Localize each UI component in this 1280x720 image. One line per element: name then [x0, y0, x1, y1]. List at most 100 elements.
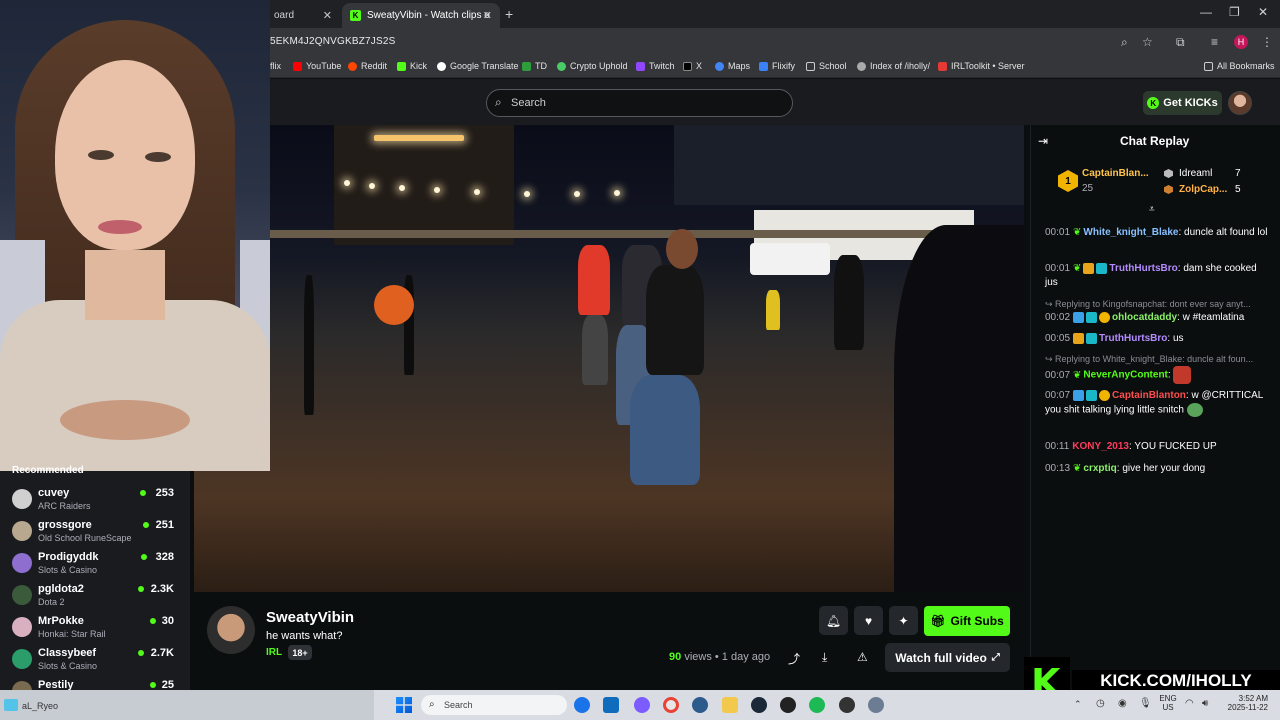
bookmark-item[interactable]: X — [683, 61, 702, 71]
follow-button[interactable]: ♥ — [854, 606, 883, 635]
steam-icon[interactable] — [751, 697, 767, 713]
live-dot-icon — [140, 490, 146, 496]
sub-badge-icon — [1086, 389, 1098, 401]
globe-icon — [857, 61, 866, 71]
boost-button[interactable]: ✦ — [889, 606, 918, 635]
obs-icon[interactable] — [839, 697, 855, 713]
clip-title: he wants what? — [266, 630, 343, 642]
store-icon[interactable] — [603, 697, 619, 713]
media-icon[interactable]: ≡ — [1211, 35, 1218, 49]
minimize-icon[interactable]: — — [1200, 5, 1212, 19]
app-icon[interactable] — [780, 697, 796, 713]
channel-name[interactable]: SweatyVibin — [266, 609, 354, 626]
leader-2-name[interactable]: Idreaml — [1179, 168, 1212, 179]
download-icon[interactable]: ⤓ — [822, 650, 827, 665]
close-window-icon[interactable]: ✕ — [1258, 5, 1268, 19]
chrome-icon[interactable] — [663, 697, 679, 713]
bookmark-item[interactable]: Reddit — [348, 61, 387, 71]
zoom-icon[interactable]: ⌕ — [1121, 35, 1128, 50]
live-dot-icon — [150, 618, 156, 624]
sidebar-item-mrpokke[interactable]: MrPokke Honkai: Star Rail 30 — [0, 611, 190, 643]
browser-tab-active[interactable]: K SweatyVibin - Watch clips o ✕ — [342, 3, 500, 28]
heart-icon: ♥ — [864, 613, 873, 628]
settings-gear-icon[interactable] — [868, 697, 884, 713]
taskbar-search[interactable]: ⌕ Search — [421, 695, 567, 715]
profile-avatar[interactable]: H — [1234, 35, 1248, 49]
extensions-icon[interactable]: ⧉ — [1176, 35, 1185, 50]
expand-leaderboard-icon[interactable]: ⩡ — [1149, 204, 1155, 215]
all-bookmarks[interactable]: All Bookmarks — [1204, 61, 1275, 71]
bookmark-item[interactable]: TD — [522, 61, 547, 71]
chat-message: 00:05 TruthHurtsBro: us — [1045, 332, 1184, 344]
sidebar-item-cuvey[interactable]: cuvey ARC Raiders 253 — [0, 483, 190, 515]
pepe-emote-icon — [1186, 403, 1203, 417]
chat-message: 00:11 KONY_2013: YOU FUCKED UP — [1045, 441, 1217, 452]
mature-badge: 18+ — [288, 645, 312, 660]
chat-reply-context: ↪ Replying to Kingofsnapchat: dont ever … — [1045, 299, 1251, 309]
bookmark-item[interactable]: Index of /iholly/ — [857, 61, 930, 71]
language-indicator[interactable]: ENG US — [1157, 694, 1179, 712]
sidebar-item-prodigyddk[interactable]: Prodigyddk Slots & Casino 328 — [0, 547, 190, 579]
bookmark-star-icon[interactable]: ☆ — [1142, 35, 1153, 49]
url-field[interactable]: 5EKM4J2QNVGKBZ7JS2S — [270, 36, 396, 47]
close-icon[interactable]: ✕ — [323, 9, 332, 22]
sidebar-item-pestily[interactable]: Pestily 25 — [0, 675, 190, 691]
leader-1-name[interactable]: CaptainBlan... — [1082, 168, 1149, 179]
bookmark-item[interactable]: School — [806, 61, 847, 71]
tray-icon[interactable]: ◉ — [1118, 698, 1127, 709]
user-avatar[interactable] — [1228, 91, 1252, 115]
video-player[interactable] — [194, 125, 1024, 592]
bookmark-item[interactable]: Google Translate — [437, 61, 519, 71]
chat-message: 00:07 ❦ NeverAnyContent: — [1045, 366, 1271, 384]
spotify-icon[interactable] — [809, 697, 825, 713]
bookmark-item[interactable]: Maps — [715, 61, 750, 71]
bookmark-item[interactable]: Flixify — [759, 61, 795, 71]
search-input[interactable]: ⌕ Search — [486, 89, 793, 117]
taskbar-widget[interactable]: aL_Ryeo — [0, 690, 374, 720]
microphone-icon[interactable]: 🎙︎ — [1139, 698, 1152, 709]
tray-icon[interactable]: ◷ — [1096, 698, 1105, 709]
app-icon[interactable] — [692, 697, 708, 713]
sidebar-item-grossgore[interactable]: grossgore Old School RuneScape 251 — [0, 515, 190, 547]
get-kicks-button[interactable]: K Get KICKs — [1143, 91, 1222, 115]
rank-1-icon: 1 — [1058, 170, 1078, 192]
bookmark-item[interactable]: Kick — [397, 61, 427, 71]
notification-bell-button[interactable]: 🔔︎ — [819, 606, 848, 635]
system-clock[interactable]: 3:52 AM 2025-11-22 — [1222, 694, 1268, 712]
volume-icon[interactable]: 🔊︎ — [1202, 698, 1208, 709]
sidebar-item-pgldota2[interactable]: pgldota2 Dota 2 2.3K — [0, 579, 190, 611]
leader-1-score: 25 — [1082, 183, 1094, 194]
bookmark-item[interactable]: IRLToolkit • Server — [938, 61, 1025, 71]
new-tab-icon[interactable]: + — [505, 6, 513, 22]
uphold-icon — [557, 61, 566, 71]
bookmark-item[interactable]: Crypto Uphold — [557, 61, 628, 71]
bookmark-item[interactable]: Twitch — [636, 61, 675, 71]
close-icon[interactable]: ✕ — [483, 9, 492, 22]
app-icon[interactable] — [634, 697, 650, 713]
bookmark-item[interactable]: YouTube — [293, 61, 341, 71]
category-link[interactable]: IRL — [266, 647, 282, 658]
maximize-icon[interactable]: ❐ — [1229, 5, 1240, 19]
file-explorer-icon[interactable] — [722, 697, 738, 713]
wifi-icon[interactable]: ◠ — [1185, 698, 1194, 709]
bookmark-item[interactable]: flix — [270, 61, 281, 71]
chat-message: 00:01 ❦ TruthHurtsBro: dam she cooked jus — [1045, 262, 1257, 288]
edge-icon[interactable] — [574, 697, 590, 713]
tray-chevron-icon[interactable]: ⌃ — [1074, 699, 1082, 710]
sidebar-item-classybeef[interactable]: Classybeef Slots & Casino 2.7K — [0, 643, 190, 675]
gift-subs-button[interactable]: 🎁︎ Gift Subs — [924, 606, 1010, 636]
menu-icon[interactable]: ⋮ — [1261, 35, 1273, 49]
vip-badge-icon — [1073, 311, 1085, 323]
sidebar-title: Recommended — [12, 465, 84, 476]
leader-2-score: 7 — [1235, 168, 1241, 179]
collapse-chat-icon[interactable]: ⇥ — [1038, 134, 1048, 148]
leader-3-name[interactable]: ZolpCap... — [1179, 184, 1227, 195]
report-icon[interactable]: ⚠ — [857, 650, 868, 664]
watch-full-video-button[interactable]: Watch full video ⤢ — [885, 643, 1010, 672]
chat-message: 00:13 ❦ crxptiq: give her your dong — [1045, 463, 1206, 474]
avatar — [12, 649, 32, 669]
crown-badge-icon — [1073, 332, 1085, 344]
channel-avatar[interactable] — [207, 606, 255, 654]
live-dot-icon — [138, 650, 144, 656]
share-icon[interactable]: ⤴ — [788, 650, 800, 667]
